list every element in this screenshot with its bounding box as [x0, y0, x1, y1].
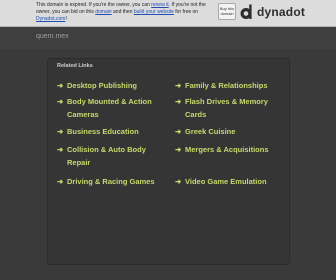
related-link-label: Family & Relationships	[185, 81, 268, 90]
related-link-family-relationships[interactable]: ➜ Family & Relationships	[175, 79, 285, 92]
notice-text-1: This domain is expired. If you're the ow…	[36, 2, 152, 8]
buy-domain-button[interactable]: Buy this domain	[218, 3, 236, 20]
related-link-label: Mergers & Acquisitions	[185, 145, 269, 154]
related-link-label: Desktop Publishing	[67, 81, 138, 90]
arrow-right-icon: ➜	[175, 145, 182, 154]
dynadot-logo[interactable]: dynadot	[240, 3, 305, 21]
related-link-flash-drives[interactable]: ➜ Flash Drives & Memory Cards	[175, 95, 285, 121]
related-link-label: Flash Drives & Memory Cards	[185, 97, 268, 119]
related-link-driving-racing-games[interactable]: ➜ Driving & Racing Games	[57, 175, 177, 188]
notice-text-3: and then	[111, 9, 134, 15]
arrow-right-icon: ➜	[57, 97, 64, 106]
arrow-right-icon: ➜	[57, 145, 64, 154]
arrow-right-icon: ➜	[175, 97, 182, 106]
dynadot-logo-icon	[240, 4, 252, 19]
related-link-label: Collision & Auto Body Repair	[67, 145, 146, 167]
related-link-video-game-emulation[interactable]: ➜ Video Game Emulation	[175, 175, 289, 188]
related-link-body-mounted-cameras[interactable]: ➜ Body Mounted & Action Cameras	[57, 95, 167, 121]
related-link-mergers-acquisitions[interactable]: ➜ Mergers & Acquisitions	[175, 143, 289, 156]
notice-text-4: for free on	[173, 9, 199, 15]
related-link-greek-cuisine[interactable]: ➜ Greek Cuisine	[175, 125, 285, 138]
arrow-right-icon: ➜	[57, 81, 64, 90]
related-link-label: Body Mounted & Action Cameras	[67, 97, 152, 119]
related-link-business-education[interactable]: ➜ Business Education	[57, 125, 167, 138]
expired-notice-text: This domain is expired. If you're the ow…	[36, 2, 216, 23]
domain-link[interactable]: domain	[95, 9, 111, 15]
arrow-right-icon: ➜	[175, 81, 182, 90]
related-link-collision-auto-body[interactable]: ➜ Collision & Auto Body Repair	[57, 143, 167, 169]
renew-link[interactable]: renew it	[151, 2, 169, 8]
related-link-desktop-publishing[interactable]: ➜ Desktop Publishing	[57, 79, 167, 92]
arrow-right-icon: ➜	[175, 127, 182, 136]
related-link-label: Greek Cuisine	[185, 127, 236, 136]
domain-header: quem.mex	[0, 27, 336, 49]
related-links-heading: Related Links	[57, 63, 93, 69]
related-link-label: Video Game Emulation	[185, 177, 267, 186]
related-link-label: Business Education	[67, 127, 139, 136]
related-links-panel: Related Links ➜ Desktop Publishing ➜ Bod…	[47, 58, 290, 265]
related-link-label: Driving & Racing Games	[67, 177, 155, 186]
brand-name: dynadot	[257, 5, 306, 19]
notice-text-5: !	[65, 16, 67, 22]
dynadot-site-link[interactable]: Dynadot.com	[36, 16, 65, 22]
domain-title: quem.mex	[36, 33, 69, 40]
arrow-right-icon: ➜	[57, 177, 64, 186]
build-website-link[interactable]: build your website	[134, 9, 174, 15]
arrow-right-icon: ➜	[175, 177, 182, 186]
arrow-right-icon: ➜	[57, 127, 64, 136]
expired-domain-notice-bar: This domain is expired. If you're the ow…	[0, 0, 336, 27]
